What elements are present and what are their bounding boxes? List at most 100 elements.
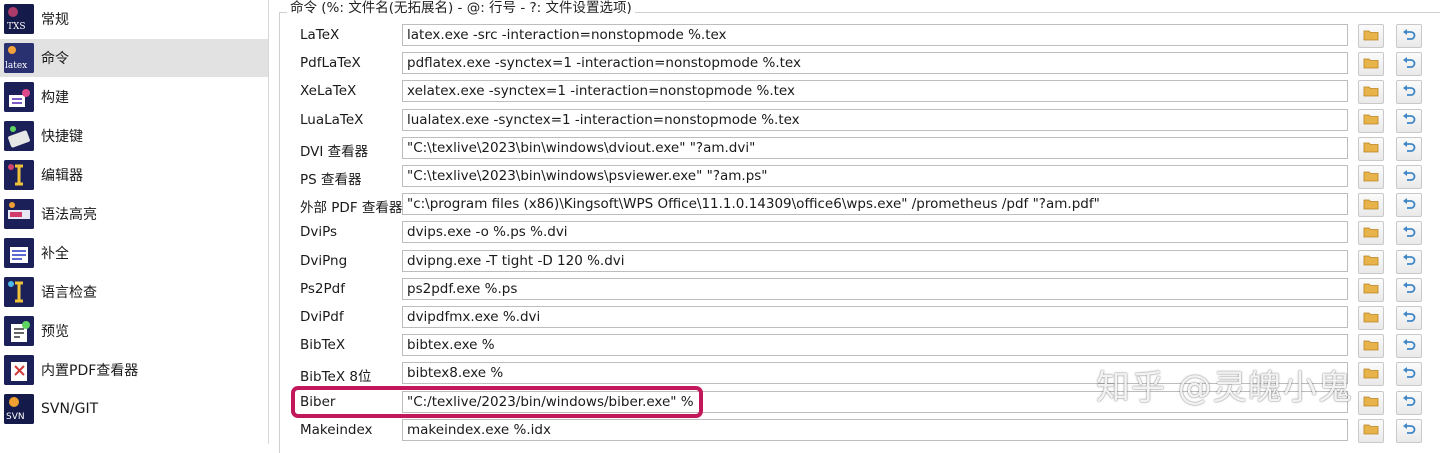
- reset-default-button[interactable]: [1396, 165, 1422, 189]
- sidebar-item-completion[interactable]: 补全: [0, 234, 268, 272]
- command-input[interactable]: pdflatex.exe -synctex=1 -interaction=non…: [402, 52, 1348, 75]
- reset-default-button[interactable]: [1396, 277, 1422, 302]
- commands-panel: 命令 (%: 文件名(无拓展名) - @: 行号 - ?: 文件设置选项) La…: [269, 0, 1440, 453]
- command-label: DVI 查看器: [300, 143, 369, 160]
- sidebar-item-build[interactable]: 构建: [0, 78, 268, 116]
- undo-icon: [1402, 56, 1416, 73]
- browse-folder-button[interactable]: [1358, 108, 1384, 133]
- sidebar-item-editor[interactable]: 编辑器: [0, 156, 268, 194]
- completion-icon: [4, 238, 34, 268]
- folder-icon: [1363, 338, 1379, 355]
- browse-folder-button[interactable]: [1358, 306, 1384, 330]
- browse-folder-button[interactable]: [1358, 362, 1384, 387]
- command-input[interactable]: "c:\program files (x86)\Kingsoft\WPS Off…: [402, 193, 1348, 216]
- folder-icon: [1363, 253, 1379, 270]
- command-input[interactable]: ps2pdf.exe %.ps: [402, 277, 1348, 300]
- command-input[interactable]: bibtex8.exe %: [402, 362, 1348, 385]
- command-input[interactable]: dvips.exe -o %.ps %.dvi: [402, 221, 1348, 244]
- txs-icon: TXS: [4, 4, 34, 34]
- command-row: PS 查看器 "C:\texlive\2023\bin\windows\psvie…: [269, 163, 1440, 191]
- reset-default-button[interactable]: [1396, 136, 1422, 161]
- reset-default-button[interactable]: [1396, 221, 1422, 246]
- undo-icon: [1402, 140, 1416, 157]
- folder-icon: [1363, 422, 1379, 439]
- keyboard-icon: [4, 121, 34, 151]
- command-row: Makeindex makeindex.exe %.idx: [269, 417, 1440, 445]
- reset-default-button[interactable]: [1396, 418, 1422, 443]
- svg-text:SVN: SVN: [6, 412, 25, 422]
- command-input[interactable]: dvipng.exe -T tight -D 120 %.dvi: [402, 249, 1348, 272]
- browse-folder-button[interactable]: [1358, 193, 1384, 218]
- sidebar-item-label: SVN/GIT: [41, 401, 99, 417]
- preview-icon: [4, 316, 34, 346]
- sidebar-item-preview[interactable]: 预览: [0, 312, 268, 350]
- sidebar-item-label: 预览: [41, 324, 69, 340]
- command-input[interactable]: "C:/texlive/2023/bin/windows/biber.exe" …: [402, 390, 1348, 413]
- reset-default-button[interactable]: [1396, 193, 1422, 218]
- settings-sidebar: TXS 常规 latex 命令 构建 快捷键 编辑器 语法高亮 补全 语言检查 …: [0, 0, 269, 444]
- browse-folder-button[interactable]: [1358, 277, 1384, 302]
- reset-default-button[interactable]: [1396, 52, 1422, 77]
- browse-folder-button[interactable]: [1358, 334, 1384, 359]
- browse-folder-button[interactable]: [1358, 418, 1384, 443]
- folder-icon: [1363, 225, 1379, 242]
- sidebar-item-label: 构建: [41, 90, 69, 106]
- command-input[interactable]: dvipdfmx.exe %.dvi: [402, 306, 1348, 328]
- browse-folder-button[interactable]: [1358, 165, 1384, 189]
- reset-default-button[interactable]: [1396, 390, 1422, 415]
- command-input[interactable]: makeindex.exe %.idx: [402, 418, 1348, 441]
- command-input[interactable]: xelatex.exe -synctex=1 -interaction=nons…: [402, 80, 1348, 103]
- browse-folder-button[interactable]: [1358, 249, 1384, 274]
- command-label: XeLaTeX: [300, 83, 357, 100]
- reset-default-button[interactable]: [1396, 249, 1422, 274]
- reset-default-button[interactable]: [1396, 362, 1422, 387]
- sidebar-item-label: 语法高亮: [41, 207, 97, 223]
- sidebar-item-general[interactable]: TXS 常规: [0, 0, 268, 38]
- sidebar-item-commands[interactable]: latex 命令: [0, 39, 268, 77]
- sidebar-item-svn-git[interactable]: SVN SVN/GIT: [0, 390, 268, 428]
- browse-folder-button[interactable]: [1358, 80, 1384, 105]
- command-label: BibTeX 8位: [300, 369, 372, 386]
- undo-icon: [1402, 253, 1416, 270]
- command-row: Ps2Pdf ps2pdf.exe %.ps: [269, 276, 1440, 304]
- folder-icon: [1363, 140, 1379, 157]
- undo-icon: [1402, 28, 1416, 45]
- reset-default-button[interactable]: [1396, 306, 1422, 330]
- command-input[interactable]: "C:\texlive\2023\bin\windows\dviout.exe"…: [402, 136, 1348, 159]
- browse-folder-button[interactable]: [1358, 221, 1384, 246]
- browse-folder-button[interactable]: [1358, 24, 1384, 48]
- undo-icon: [1402, 366, 1416, 383]
- command-label: Ps2Pdf: [300, 280, 345, 297]
- command-input[interactable]: lualatex.exe -synctex=1 -interaction=non…: [402, 108, 1348, 131]
- command-label: DviPng: [300, 252, 348, 269]
- undo-icon: [1402, 338, 1416, 355]
- command-input[interactable]: latex.exe -src -interaction=nonstopmode …: [402, 24, 1348, 46]
- reset-default-button[interactable]: [1396, 334, 1422, 359]
- browse-folder-button[interactable]: [1358, 52, 1384, 77]
- undo-icon: [1402, 310, 1416, 327]
- command-input[interactable]: bibtex.exe %: [402, 334, 1348, 357]
- sidebar-item-label: 内置PDF查看器: [41, 363, 139, 379]
- command-input[interactable]: "C:\texlive\2023\bin\windows\psviewer.ex…: [402, 165, 1348, 187]
- sidebar-item-language-check[interactable]: 语言检查: [0, 273, 268, 311]
- command-label: PdfLaTeX: [300, 55, 361, 72]
- command-label: LaTeX: [300, 27, 340, 43]
- sidebar-item-pdf-viewer[interactable]: 内置PDF查看器: [0, 351, 268, 389]
- folder-icon: [1363, 169, 1379, 186]
- reset-default-button[interactable]: [1396, 108, 1422, 133]
- build-icon: [4, 82, 34, 112]
- sidebar-item-label: 补全: [41, 246, 69, 262]
- folder-icon: [1363, 310, 1379, 327]
- command-row: LuaLaTeX lualatex.exe -synctex=1 -interac…: [269, 107, 1440, 135]
- command-row: DviPdf dvipdfmx.exe %.dvi: [269, 304, 1440, 332]
- sidebar-item-shortcuts[interactable]: 快捷键: [0, 117, 268, 155]
- commands-group-title: 命令 (%: 文件名(无拓展名) - @: 行号 - ?: 文件设置选项): [287, 0, 635, 16]
- reset-default-button[interactable]: [1396, 24, 1422, 48]
- command-label: 外部 PDF 查看器: [300, 200, 403, 217]
- reset-default-button[interactable]: [1396, 80, 1422, 105]
- folder-icon: [1363, 197, 1379, 214]
- browse-folder-button[interactable]: [1358, 136, 1384, 161]
- undo-icon: [1402, 112, 1416, 129]
- browse-folder-button[interactable]: [1358, 390, 1384, 415]
- sidebar-item-syntax-highlight[interactable]: 语法高亮: [0, 195, 268, 233]
